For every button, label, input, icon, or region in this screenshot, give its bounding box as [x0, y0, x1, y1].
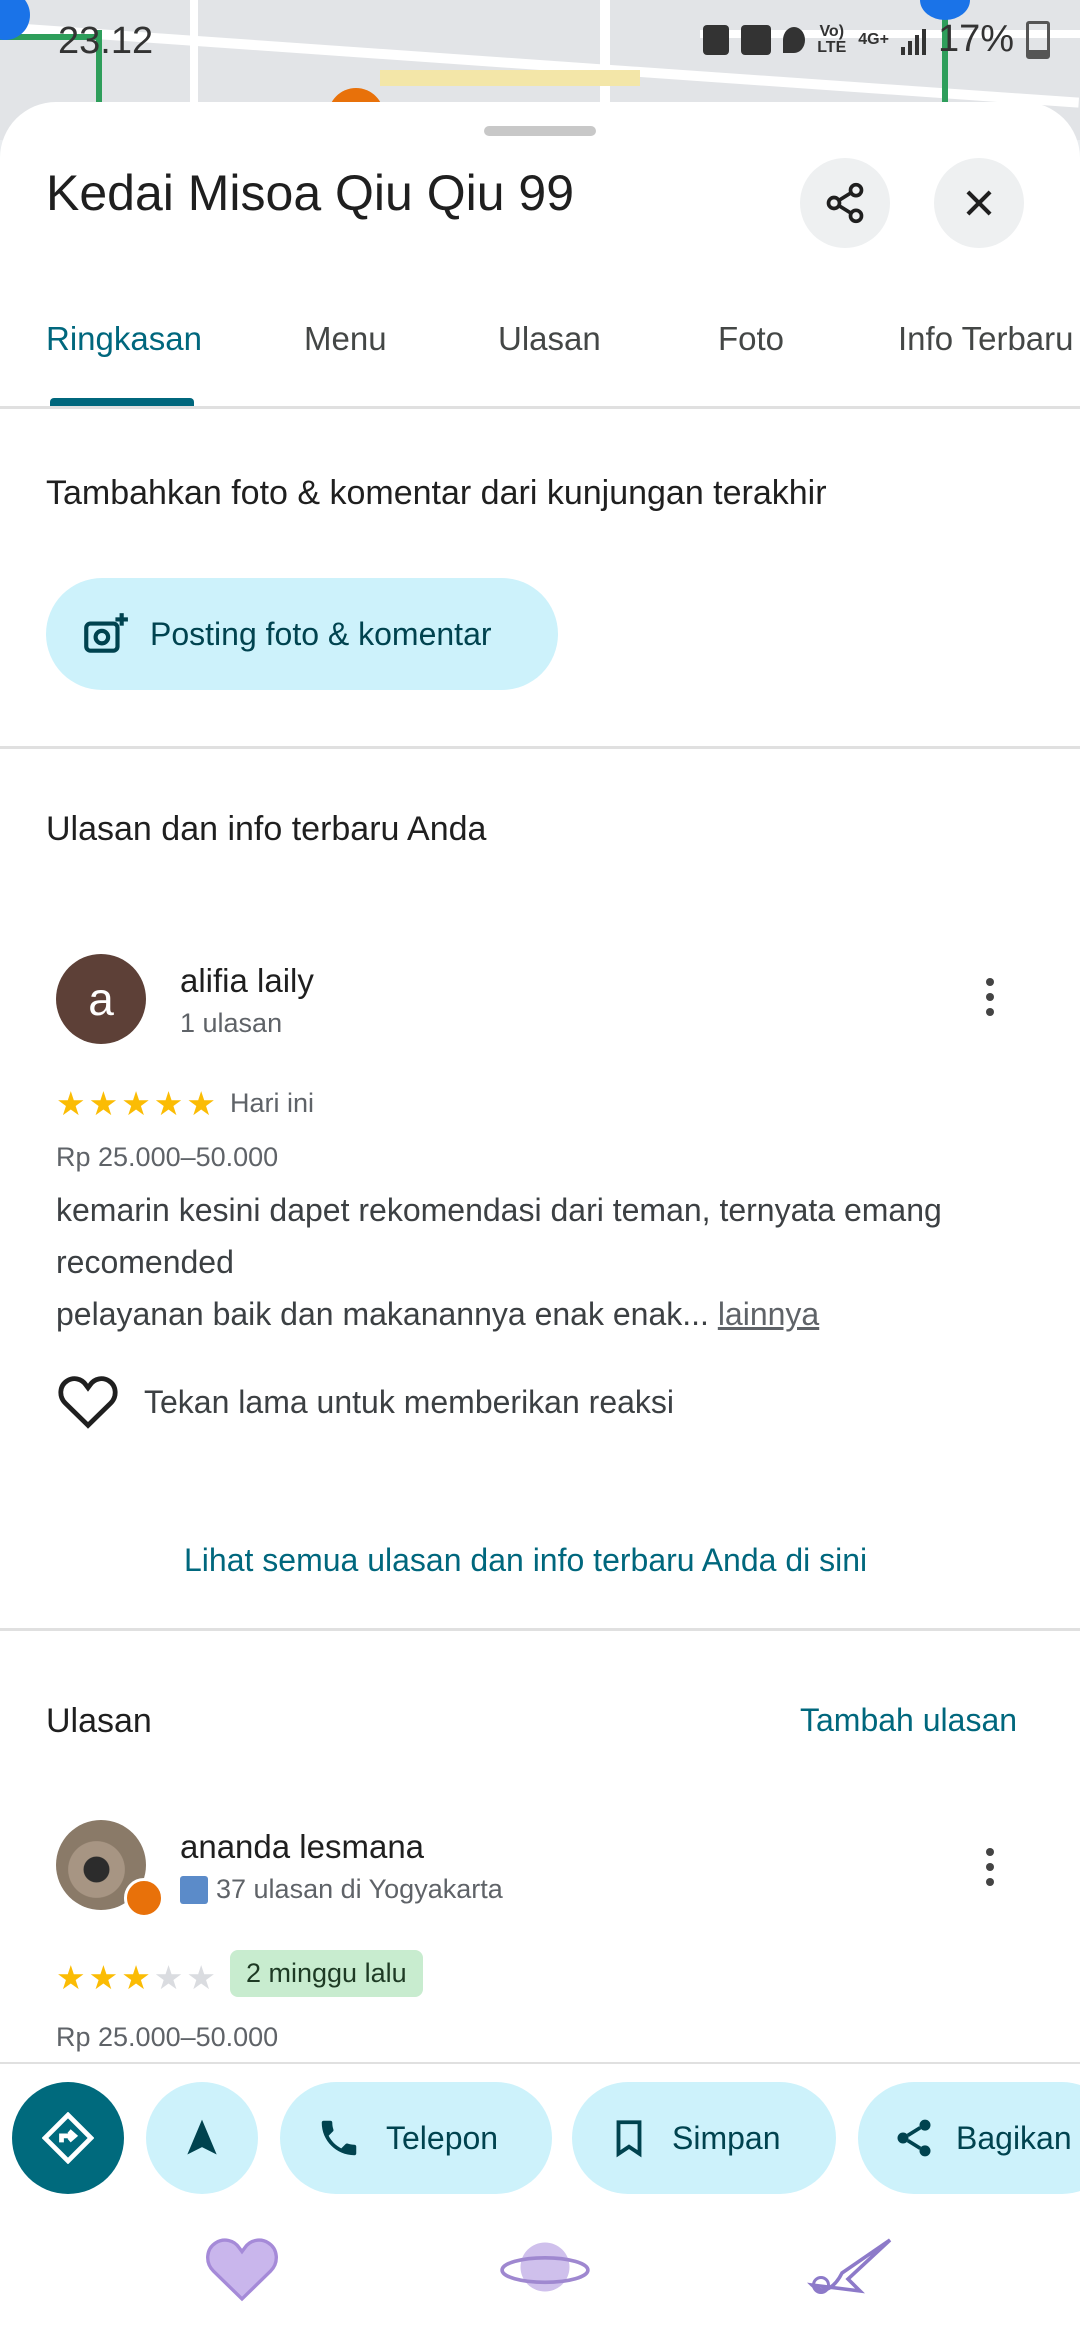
place-sheet: Kedai Misoa Qiu Qiu 99 Ringkasan Menu Ul…: [0, 102, 1080, 2062]
heart-nav-icon[interactable]: [200, 2230, 284, 2304]
save-button[interactable]: Simpan: [572, 2082, 836, 2194]
more-options-icon[interactable]: [986, 978, 994, 1016]
more-options-icon[interactable]: [986, 1848, 994, 1886]
star-icon: ★: [153, 1085, 184, 1122]
more-link[interactable]: lainnya: [718, 1296, 819, 1332]
network-type: 4G+: [858, 30, 889, 48]
review-author[interactable]: alifia laily: [180, 962, 314, 1000]
post-photo-button[interactable]: Posting foto & komentar: [46, 578, 558, 690]
directions-button[interactable]: [12, 2082, 124, 2194]
avatar[interactable]: a: [56, 954, 146, 1044]
tab-ulasan[interactable]: Ulasan: [498, 320, 601, 358]
add-photo-icon: [84, 613, 128, 653]
close-button[interactable]: [934, 158, 1024, 248]
place-title: Kedai Misoa Qiu Qiu 99: [46, 165, 575, 221]
star-icon: ★: [153, 1959, 184, 1996]
call-button[interactable]: Telepon: [280, 2082, 552, 2194]
star-icon: ★: [186, 1959, 216, 1996]
heart-icon[interactable]: [56, 1370, 120, 1430]
drag-handle[interactable]: [484, 126, 596, 136]
star-rating: ★ ★ ★ ★ ★: [56, 1958, 216, 1997]
local-guide-badge-icon: [124, 1878, 164, 1918]
review-author-meta: 1 ulasan: [180, 1008, 283, 1038]
tab-ringkasan[interactable]: Ringkasan: [46, 320, 202, 358]
action-bar: Telepon Simpan Bagikan: [0, 2062, 1080, 2340]
share-icon: [897, 2119, 931, 2157]
review-date: Hari ini: [230, 1088, 315, 1118]
close-icon: [966, 190, 992, 216]
reaction-hint[interactable]: Tekan lama untuk memberikan reaksi: [144, 1384, 674, 1421]
share-place-button[interactable]: Bagikan: [858, 2082, 1080, 2194]
start-navigation-button[interactable]: [146, 2082, 258, 2194]
battery-icon: [1026, 20, 1050, 59]
share-label: Bagikan: [956, 2119, 1072, 2156]
star-icon: ★: [186, 1085, 216, 1122]
review-text-line: recomended: [56, 1244, 234, 1280]
navigation-arrow-icon: [187, 2119, 217, 2155]
paper-plane-nav-icon[interactable]: [800, 2230, 896, 2304]
star-icon: ★: [121, 1085, 151, 1122]
bookmark-icon: [616, 2120, 642, 2158]
phone-icon: [321, 2120, 357, 2156]
tab-info-terbaru[interactable]: Info Terbaru: [898, 320, 1074, 358]
directions-icon: [42, 2112, 94, 2164]
star-icon: ★: [56, 1085, 86, 1122]
tab-bar: Ringkasan Menu Ulasan Foto Info Terbaru: [0, 290, 1080, 410]
save-label: Simpan: [672, 2119, 781, 2156]
review-price: Rp 25.000–50.000: [56, 2022, 279, 2052]
share-button[interactable]: [800, 158, 890, 248]
tab-foto[interactable]: Foto: [718, 320, 784, 358]
review-date-badge: 2 minggu lalu: [230, 1950, 423, 1997]
status-bar: 23.12 Vo) LTE 4G+ 17%: [0, 14, 1080, 74]
tabs-divider: [0, 406, 1080, 409]
planet-nav-icon[interactable]: [496, 2230, 594, 2304]
section-divider: [0, 1628, 1080, 1631]
add-review-link[interactable]: Tambah ulasan: [800, 1702, 1017, 1739]
status-time: 23.12: [58, 20, 154, 62]
share-icon: [826, 182, 864, 224]
review-author-meta-row: 37 ulasan di Yogyakarta: [180, 1874, 503, 1905]
call-label: Telepon: [386, 2119, 499, 2156]
star-icon: ★: [56, 1959, 86, 1996]
your-reviews-heading: Ulasan dan info terbaru Anda: [46, 810, 487, 848]
star-rating: ★ ★ ★ ★ ★: [56, 1084, 216, 1123]
section-divider: [0, 746, 1080, 749]
active-tab-indicator: [50, 398, 194, 406]
review-text: kemarin kesini dapet rekomendasi dari te…: [56, 1184, 942, 1340]
star-icon: ★: [88, 1959, 119, 1996]
review-text-line: kemarin kesini dapet rekomendasi dari te…: [56, 1192, 942, 1228]
post-photo-label: Posting foto & komentar: [150, 615, 492, 652]
review-author-meta: 37 ulasan di Yogyakarta: [216, 1874, 503, 1904]
review-author[interactable]: ananda lesmana: [180, 1828, 424, 1866]
tab-menu[interactable]: Menu: [304, 320, 387, 358]
avatar-letter: a: [88, 973, 114, 1025]
reviews-heading: Ulasan: [46, 1702, 152, 1740]
mute-icon: [741, 24, 772, 55]
volte-icon: Vo) LTE: [817, 22, 847, 56]
see-all-reviews-link[interactable]: Lihat semua ulasan dan info terbaru Anda…: [184, 1542, 867, 1579]
star-icon: ★: [121, 1959, 151, 1996]
review-text-line: pelayanan baik dan makanannya enak enak.…: [56, 1296, 709, 1332]
location-icon: [783, 26, 806, 53]
star-icon: ★: [88, 1085, 119, 1122]
system-nav-bar: [0, 2230, 1080, 2320]
contribute-heading: Tambahkan foto & komentar dari kunjungan…: [46, 474, 827, 512]
signal-icon: [900, 25, 926, 55]
review-price: Rp 25.000–50.000: [56, 1142, 279, 1172]
city-icon: [180, 1875, 208, 1904]
battery-percent: 17%: [937, 18, 1014, 60]
notification-icon: [703, 24, 730, 55]
